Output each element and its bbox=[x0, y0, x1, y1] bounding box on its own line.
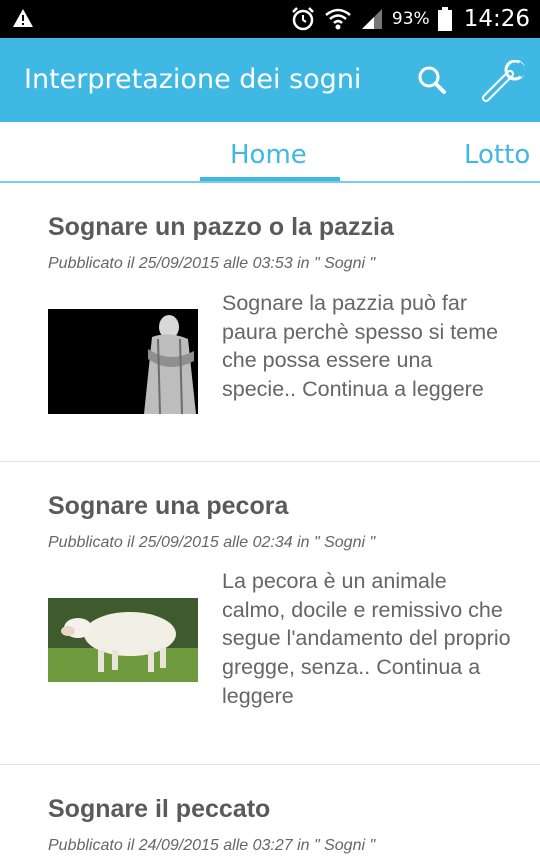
wrench-icon bbox=[482, 59, 529, 102]
post-meta: Pubblicato il 24/09/2015 alle 03:27 in "… bbox=[48, 837, 376, 854]
post-title[interactable]: Sognare un pazzo o la pazzia bbox=[48, 213, 394, 242]
warning-icon bbox=[13, 9, 33, 27]
continue-reading-link[interactable]: Continua a leggere bbox=[302, 377, 484, 401]
post-excerpt: La pecora è un animale calmo, docile e r… bbox=[222, 567, 512, 711]
search-button[interactable] bbox=[414, 62, 450, 98]
post-title[interactable]: Sognare una pecora bbox=[48, 492, 288, 521]
post-meta: Pubblicato il 25/09/2015 alle 03:53 in "… bbox=[48, 255, 376, 272]
app-title: Interpretazione dei sogni bbox=[24, 64, 362, 95]
post-title[interactable]: Sognare il peccato bbox=[48, 795, 270, 824]
alarm-icon bbox=[292, 7, 314, 31]
sheep-image bbox=[48, 598, 198, 682]
post-item[interactable]: Sognare un pazzo o la pazzia Pubblicato … bbox=[0, 183, 540, 461]
madman-image bbox=[48, 309, 198, 414]
search-icon bbox=[418, 66, 446, 94]
tab-home[interactable]: Home bbox=[230, 140, 307, 170]
post-item[interactable]: Sognare il peccato Pubblicato il 24/09/2… bbox=[0, 765, 540, 867]
post-thumbnail[interactable] bbox=[48, 598, 198, 682]
tab-lotto[interactable]: Lotto bbox=[464, 140, 530, 170]
battery-icon bbox=[437, 7, 452, 31]
post-meta: Pubblicato il 25/09/2015 alle 02:34 in "… bbox=[48, 534, 376, 551]
signal-icon bbox=[361, 9, 382, 29]
settings-button[interactable] bbox=[480, 59, 529, 102]
wifi-icon bbox=[325, 8, 351, 30]
battery-percentage: 93% bbox=[391, 9, 430, 29]
post-thumbnail[interactable] bbox=[48, 309, 198, 414]
tab-bar: Home Lotto bbox=[0, 122, 540, 183]
clock: 14:26 bbox=[463, 6, 530, 32]
app-bar: Interpretazione dei sogni bbox=[0, 38, 540, 122]
status-bar: 93% 14:26 bbox=[0, 0, 540, 38]
post-item[interactable]: Sognare una pecora Pubblicato il 25/09/2… bbox=[0, 462, 540, 764]
post-excerpt: Sognare la pazzia può far paura perchè s… bbox=[222, 289, 512, 404]
